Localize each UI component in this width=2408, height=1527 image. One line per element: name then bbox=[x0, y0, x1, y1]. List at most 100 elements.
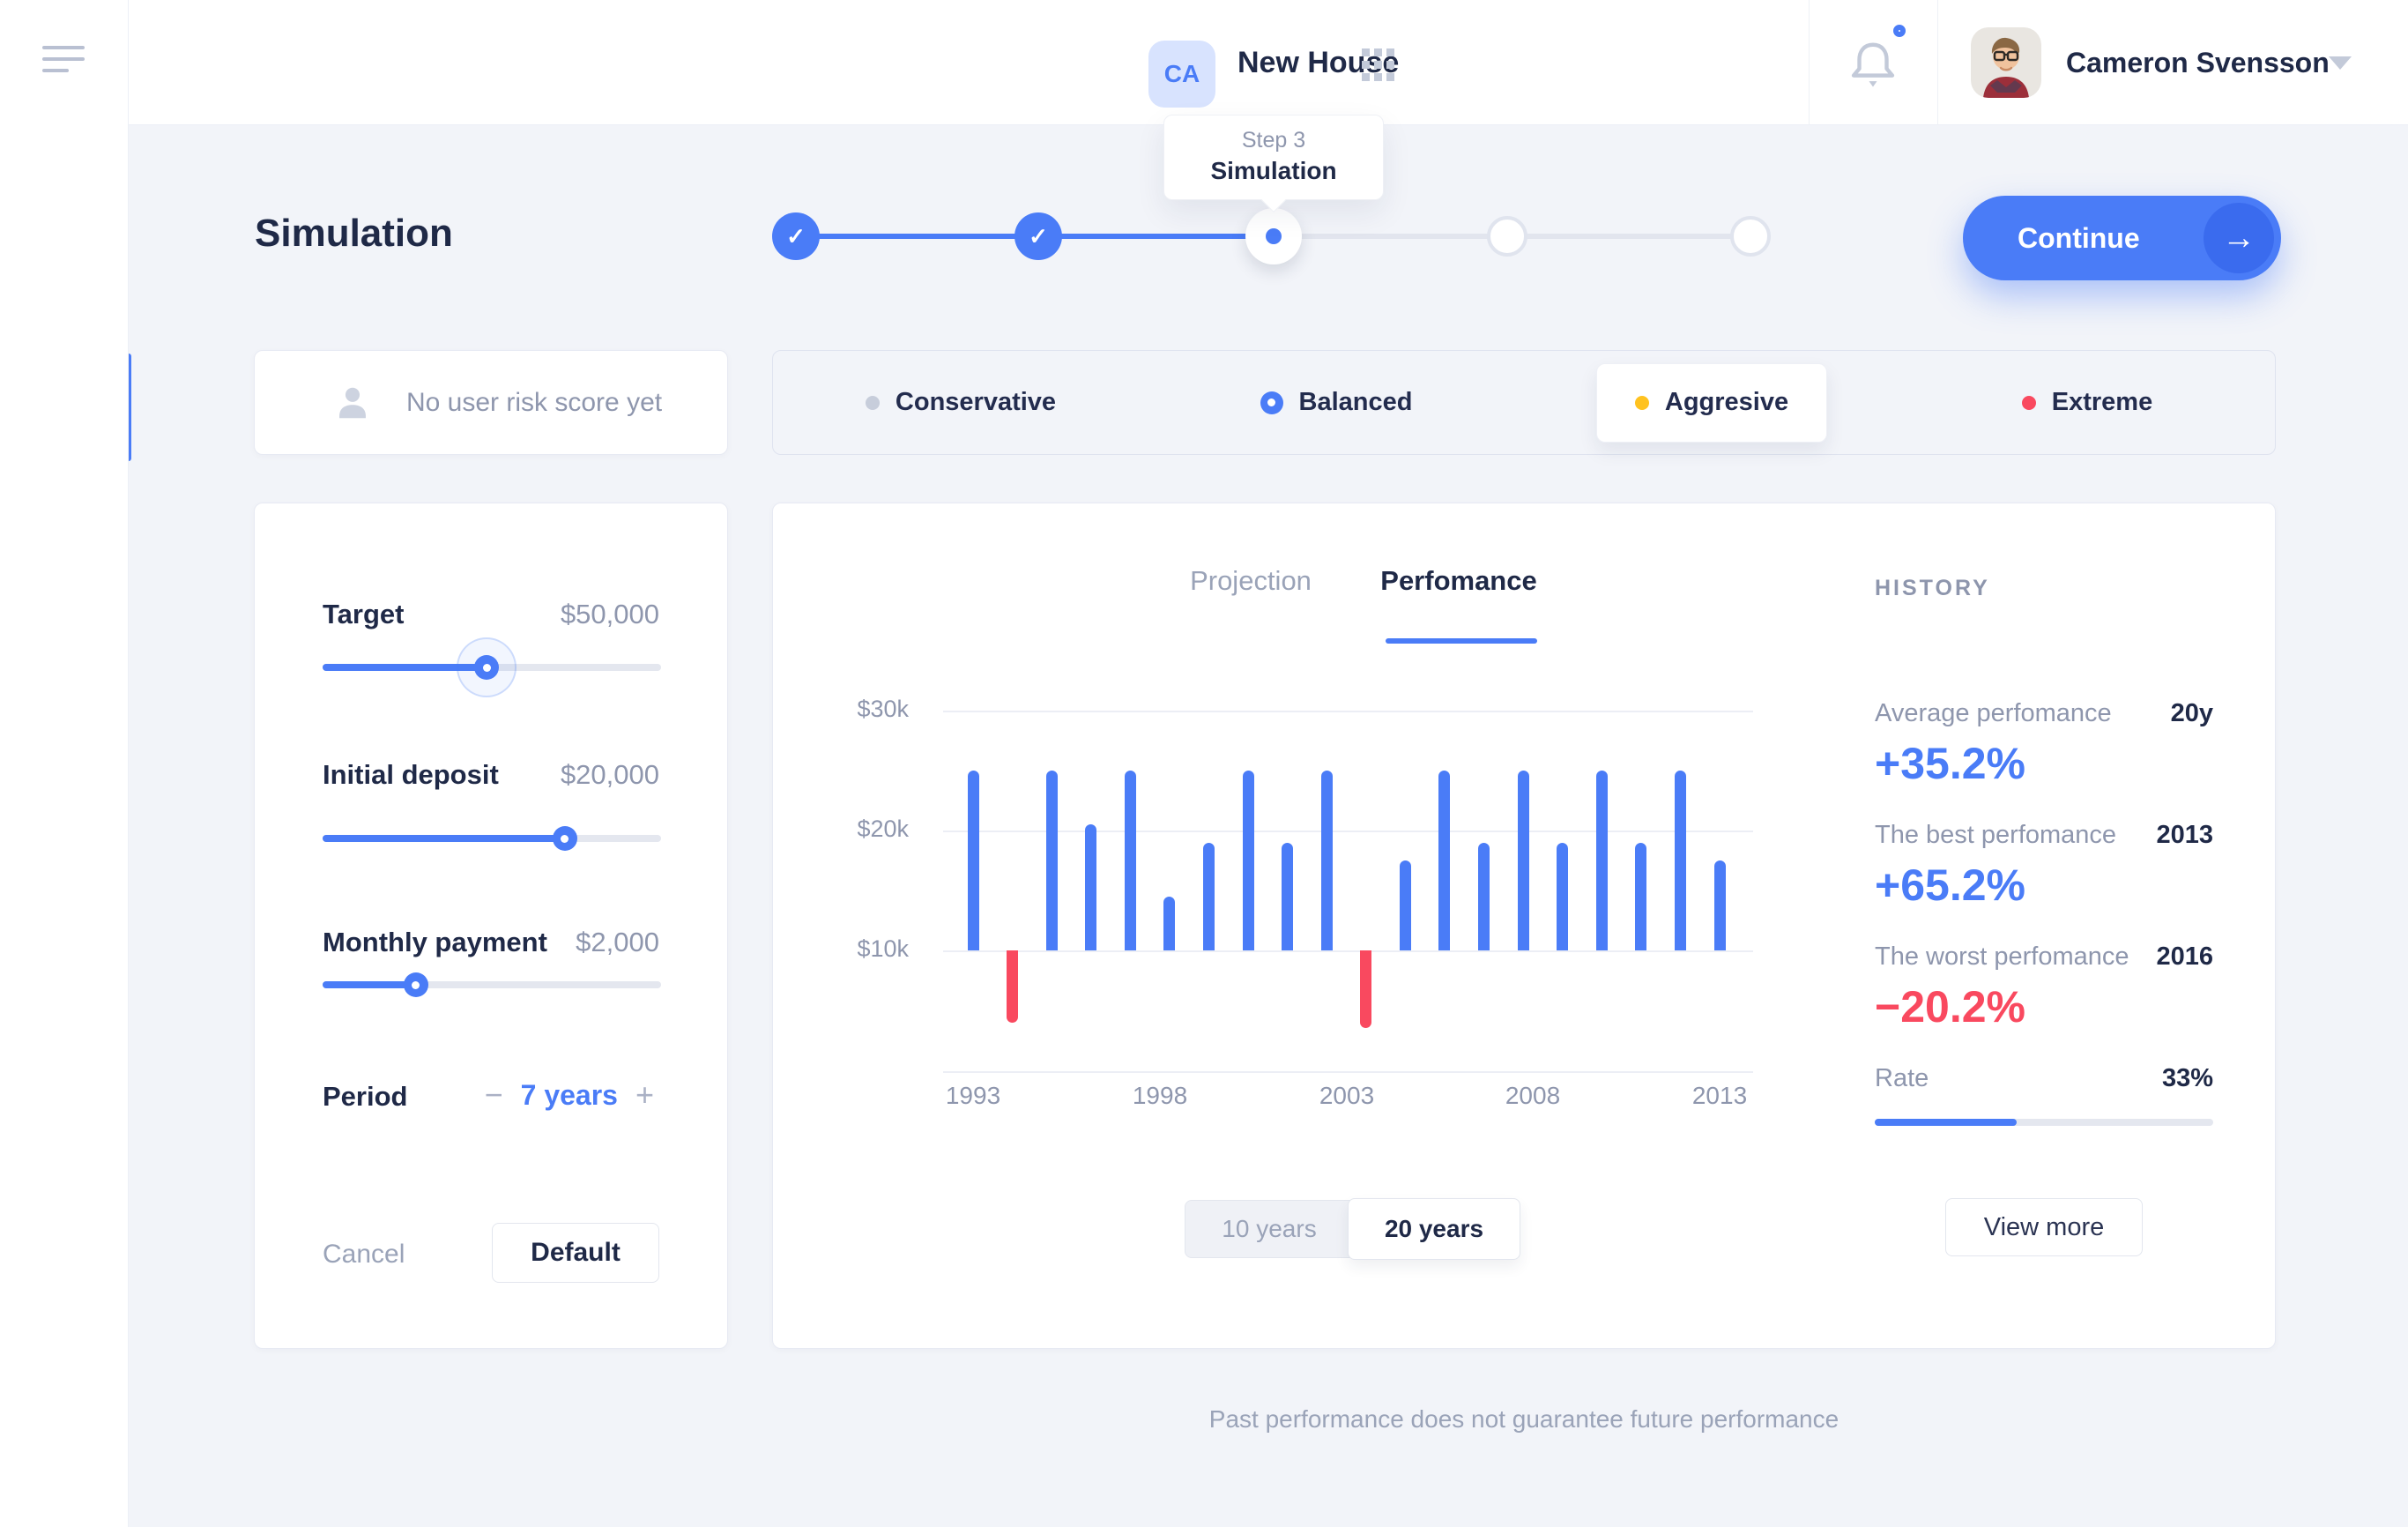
range-toggle: 10 years 20 years bbox=[1185, 1200, 1520, 1258]
history-item-label: The worst perfomance bbox=[1875, 942, 2129, 972]
step-tooltip-label: Simulation bbox=[1173, 157, 1374, 185]
x-axis-tick: 1993 bbox=[946, 1082, 1000, 1110]
initial-deposit-slider[interactable] bbox=[323, 835, 661, 842]
chart-bar-1997 bbox=[1125, 771, 1136, 950]
history-item-meta: 2013 bbox=[2156, 821, 2213, 850]
page-title: Simulation bbox=[255, 212, 453, 256]
chart-bar-2002 bbox=[1321, 771, 1333, 950]
rate-progress bbox=[1875, 1119, 2213, 1126]
slider-fill bbox=[323, 981, 416, 988]
avatar[interactable] bbox=[1971, 27, 2041, 98]
chart-bar-1999 bbox=[1203, 843, 1215, 950]
x-axis-tick: 1998 bbox=[1133, 1082, 1187, 1110]
app-root: CA New House Cameron Svensson Step 3 Sim… bbox=[0, 0, 2408, 1527]
rate-value: 33% bbox=[2162, 1064, 2213, 1093]
risk-option-aggresive[interactable]: Aggresive bbox=[1524, 351, 1899, 454]
history-title: HISTORY bbox=[1875, 576, 1990, 601]
risk-option-extreme[interactable]: Extreme bbox=[1899, 351, 2275, 454]
history-item-value: +65.2% bbox=[1875, 860, 2025, 911]
default-button[interactable]: Default bbox=[492, 1223, 659, 1283]
period-value: 7 years bbox=[521, 1079, 618, 1112]
step-tooltip-step: Step 3 bbox=[1173, 128, 1374, 153]
chart-bar-2001 bbox=[1282, 843, 1293, 950]
period-plus-button[interactable]: + bbox=[630, 1076, 659, 1114]
risk-score-card: No user risk score yet bbox=[254, 350, 728, 455]
chart-bar-2000 bbox=[1243, 771, 1254, 950]
chart-plot: 1993 1998 2003 2008 2013 bbox=[943, 503, 1753, 1071]
continue-button[interactable]: Continue → bbox=[1963, 196, 2281, 280]
x-axis-tick: 2013 bbox=[1692, 1082, 1747, 1110]
chart-bar-2005 bbox=[1438, 771, 1450, 950]
target-value: $50,000 bbox=[561, 599, 659, 630]
x-axis-tick: 2003 bbox=[1319, 1082, 1374, 1110]
chart-bar-2006 bbox=[1478, 843, 1490, 950]
monthly-payment-slider[interactable] bbox=[323, 981, 661, 988]
chart-bar-2011 bbox=[1675, 771, 1686, 950]
notifications-bell-icon[interactable] bbox=[1839, 28, 1909, 99]
step-1-done[interactable]: ✓ bbox=[772, 212, 820, 260]
risk-option-label: Balanced bbox=[1299, 388, 1413, 417]
header-divider bbox=[1809, 0, 1810, 125]
history-item-value: +35.2% bbox=[1875, 738, 2025, 789]
project-avatar-chip[interactable]: CA bbox=[1148, 41, 1215, 108]
monthly-payment-value: $2,000 bbox=[576, 927, 659, 958]
initial-deposit-label: Initial deposit bbox=[323, 759, 499, 791]
aggresive-dot-icon bbox=[1635, 396, 1649, 410]
period-stepper: − 7 years + bbox=[479, 1076, 659, 1114]
risk-option-label: Aggresive bbox=[1665, 388, 1788, 417]
step-5-todo[interactable] bbox=[1730, 216, 1771, 257]
sidebar bbox=[0, 0, 129, 1527]
risk-option-chip[interactable]: Aggresive bbox=[1596, 363, 1827, 443]
x-axis-line bbox=[943, 1071, 1753, 1073]
radio-selected-icon bbox=[1260, 391, 1283, 414]
chart-bar-2004 bbox=[1400, 860, 1411, 950]
x-axis-tick: 2008 bbox=[1505, 1082, 1560, 1110]
period-label: Period bbox=[323, 1081, 407, 1113]
history-item-label: Average perfomance bbox=[1875, 699, 2112, 728]
chart-bar-2010 bbox=[1635, 843, 1646, 950]
period-minus-button[interactable]: − bbox=[479, 1076, 509, 1114]
chevron-down-icon[interactable] bbox=[2329, 56, 2352, 70]
notification-badge bbox=[1893, 25, 1906, 37]
risk-option-label: Conservative bbox=[896, 388, 1056, 417]
slider-fill bbox=[323, 835, 565, 842]
risk-score-empty-text: No user risk score yet bbox=[406, 388, 662, 418]
chart-bar-2008 bbox=[1557, 843, 1568, 950]
extreme-dot-icon bbox=[2022, 396, 2036, 410]
risk-option-label: Extreme bbox=[2052, 388, 2152, 417]
cancel-button[interactable]: Cancel bbox=[323, 1240, 405, 1270]
history-item-meta: 20y bbox=[2171, 699, 2213, 728]
step-tooltip: Step 3 Simulation bbox=[1163, 115, 1384, 200]
step-3-current[interactable] bbox=[1245, 208, 1302, 264]
chart-bar-1995 bbox=[1046, 771, 1058, 950]
chart-bar-1993 bbox=[968, 771, 979, 950]
user-silhouette-icon bbox=[332, 384, 373, 422]
monthly-payment-label: Monthly payment bbox=[323, 927, 547, 958]
target-slider[interactable] bbox=[323, 664, 661, 671]
chart-bar-2003 bbox=[1360, 950, 1371, 1028]
menu-icon[interactable] bbox=[42, 46, 85, 79]
chart-bar-1994 bbox=[1007, 950, 1018, 1023]
step-2-done[interactable]: ✓ bbox=[1014, 212, 1062, 260]
simulator-panel: Target $50,000 Initial deposit $20,000 M… bbox=[254, 503, 728, 1349]
rate-label: Rate bbox=[1875, 1064, 1929, 1093]
risk-option-balanced[interactable]: Balanced bbox=[1148, 351, 1524, 454]
apps-grid-icon[interactable] bbox=[1362, 48, 1397, 84]
step-4-todo[interactable] bbox=[1487, 216, 1527, 257]
chart-bar-2013 bbox=[1714, 860, 1726, 950]
range-10-years-button[interactable]: 10 years bbox=[1185, 1201, 1353, 1257]
history-item-value: −20.2% bbox=[1875, 981, 2025, 1032]
initial-deposit-value: $20,000 bbox=[561, 759, 659, 791]
user-name[interactable]: Cameron Svensson bbox=[2066, 0, 2330, 125]
range-20-years-button[interactable]: 20 years bbox=[1348, 1198, 1520, 1260]
y-axis-tick: $10k bbox=[803, 935, 909, 963]
performance-panel: Projection Perfomance $30k $20k $10k 199… bbox=[772, 503, 2276, 1349]
target-slider-handle[interactable] bbox=[474, 655, 499, 680]
conservative-dot-icon bbox=[866, 396, 880, 410]
target-label: Target bbox=[323, 599, 404, 630]
risk-option-conservative[interactable]: Conservative bbox=[773, 351, 1148, 454]
view-more-button[interactable]: View more bbox=[1945, 1198, 2143, 1256]
initial-deposit-slider-handle[interactable] bbox=[553, 826, 577, 851]
header-divider bbox=[1937, 0, 1938, 125]
monthly-payment-slider-handle[interactable] bbox=[404, 972, 428, 997]
